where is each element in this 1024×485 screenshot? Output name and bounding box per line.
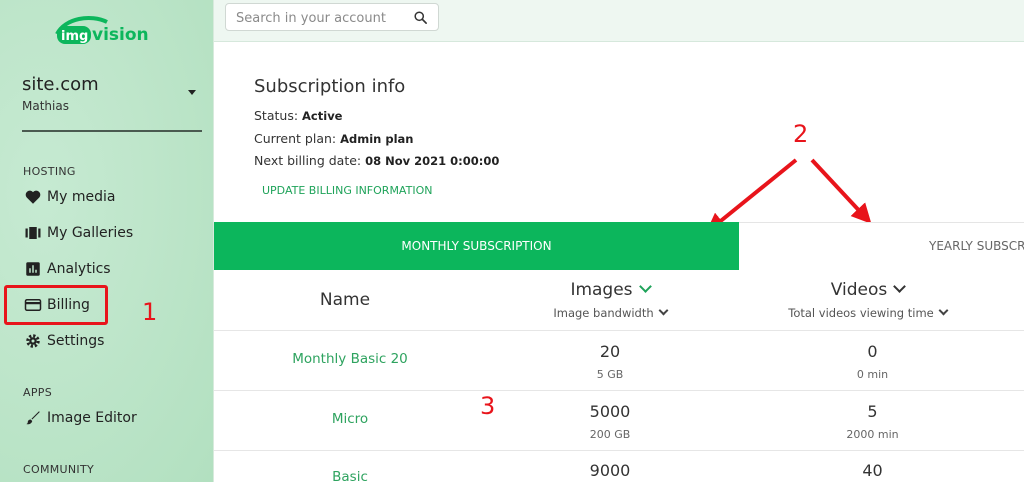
annotation-2: 2	[793, 120, 809, 148]
gear-icon	[26, 334, 40, 348]
videos-value: 5	[867, 402, 878, 421]
plan-line: Current plan: Admin plan	[254, 131, 413, 146]
plan-value: Admin plan	[340, 132, 414, 146]
row-divider	[214, 390, 1024, 391]
sidebar-item-label: Analytics	[47, 261, 111, 277]
tab-label: YEARLY SUBSCRIPTION	[929, 239, 1024, 253]
status-label: Status:	[254, 108, 299, 123]
plan-name-link[interactable]: Micro	[215, 411, 485, 427]
videos-viewing-time: 0 min	[856, 368, 889, 381]
images-metric-dropdown[interactable]: Image bandwidth	[485, 305, 735, 320]
annotation-3: 3	[480, 392, 496, 420]
sidebar-item-image-editor[interactable]: Image Editor	[24, 407, 137, 429]
chevron-down-icon[interactable]	[638, 280, 652, 293]
svg-text:vision: vision	[92, 25, 149, 45]
brush-icon	[26, 411, 40, 425]
status-value: Active	[302, 109, 343, 123]
row-divider	[214, 330, 1024, 331]
sidebar-item-label: My Galleries	[47, 225, 134, 241]
top-bar	[214, 0, 1024, 42]
images-bandwidth: 5 GB	[596, 368, 624, 381]
heart-icon	[25, 190, 41, 204]
images-value: 20	[599, 342, 621, 361]
next-billing-line: Next billing date: 08 Nov 2021 0:00:00	[254, 153, 499, 168]
column-title: Images	[570, 280, 633, 300]
sidebar-item-label: Settings	[47, 333, 105, 349]
images-bandwidth: 200 GB	[589, 428, 631, 441]
videos-value: 0	[867, 342, 878, 361]
plan-label: Current plan:	[254, 131, 337, 146]
tab-yearly-subscription[interactable]: YEARLY SUBSCRIPTION	[739, 222, 1024, 271]
column-header-name: Name	[319, 290, 371, 310]
site-name: site.com	[22, 74, 99, 95]
update-billing-link[interactable]: UPDATE BILLING INFORMATION	[262, 184, 432, 197]
videos-metric-dropdown[interactable]: Total videos viewing time	[740, 305, 995, 320]
plan-name-link[interactable]: Monthly Basic 20	[215, 351, 485, 367]
chevron-down-icon[interactable]	[938, 305, 949, 316]
subscription-title: Subscription info	[254, 76, 406, 97]
sidebar: img vision site.com Mathias HOSTING My m…	[0, 0, 214, 482]
search-input[interactable]	[234, 8, 408, 28]
analytics-icon	[26, 262, 40, 276]
row-divider	[214, 450, 1024, 451]
annotation-1: 1	[142, 298, 158, 326]
search-box[interactable]	[225, 3, 439, 31]
tab-monthly-subscription[interactable]: MONTHLY SUBSCRIPTION	[214, 222, 739, 270]
column-header-videos[interactable]: Videos	[740, 280, 995, 300]
section-hosting: HOSTING	[23, 165, 76, 178]
sidebar-item-my-media[interactable]: My media	[24, 186, 115, 208]
section-community: COMMUNITY	[23, 463, 94, 476]
next-billing-label: Next billing date:	[254, 153, 362, 168]
metric-label: Total videos viewing time	[788, 306, 934, 320]
billing-highlight-box	[4, 285, 108, 325]
chevron-down-icon[interactable]	[658, 305, 669, 316]
site-switcher[interactable]: site.com Mathias	[22, 74, 202, 132]
chevron-down-icon[interactable]	[893, 280, 907, 293]
search-icon[interactable]	[413, 10, 428, 25]
images-value: 9000	[589, 461, 631, 480]
tab-label: MONTHLY SUBSCRIPTION	[401, 239, 552, 253]
svg-text:img: img	[61, 29, 88, 44]
sidebar-item-analytics[interactable]: Analytics	[24, 258, 111, 280]
metric-label: Image bandwidth	[553, 306, 654, 320]
videos-value: 40	[862, 461, 883, 480]
sidebar-item-my-galleries[interactable]: My Galleries	[24, 222, 133, 244]
sidebar-item-label: My media	[47, 189, 116, 205]
caret-down-icon[interactable]	[188, 90, 196, 95]
plan-name-link[interactable]: Basic	[215, 469, 485, 485]
videos-viewing-time: 2000 min	[846, 428, 899, 441]
section-apps: APPS	[23, 386, 52, 399]
column-title: Videos	[830, 280, 888, 300]
sidebar-item-settings[interactable]: Settings	[24, 330, 104, 352]
images-value: 5000	[589, 402, 631, 421]
column-header-images[interactable]: Images	[485, 280, 735, 300]
user-name: Mathias	[22, 99, 69, 113]
next-billing-value: 08 Nov 2021 0:00:00	[365, 154, 500, 168]
sidebar-item-label: Image Editor	[47, 410, 137, 426]
galleries-icon	[25, 227, 41, 239]
status-line: Status: Active	[254, 108, 342, 123]
imgvision-logo[interactable]: img vision	[55, 14, 165, 48]
